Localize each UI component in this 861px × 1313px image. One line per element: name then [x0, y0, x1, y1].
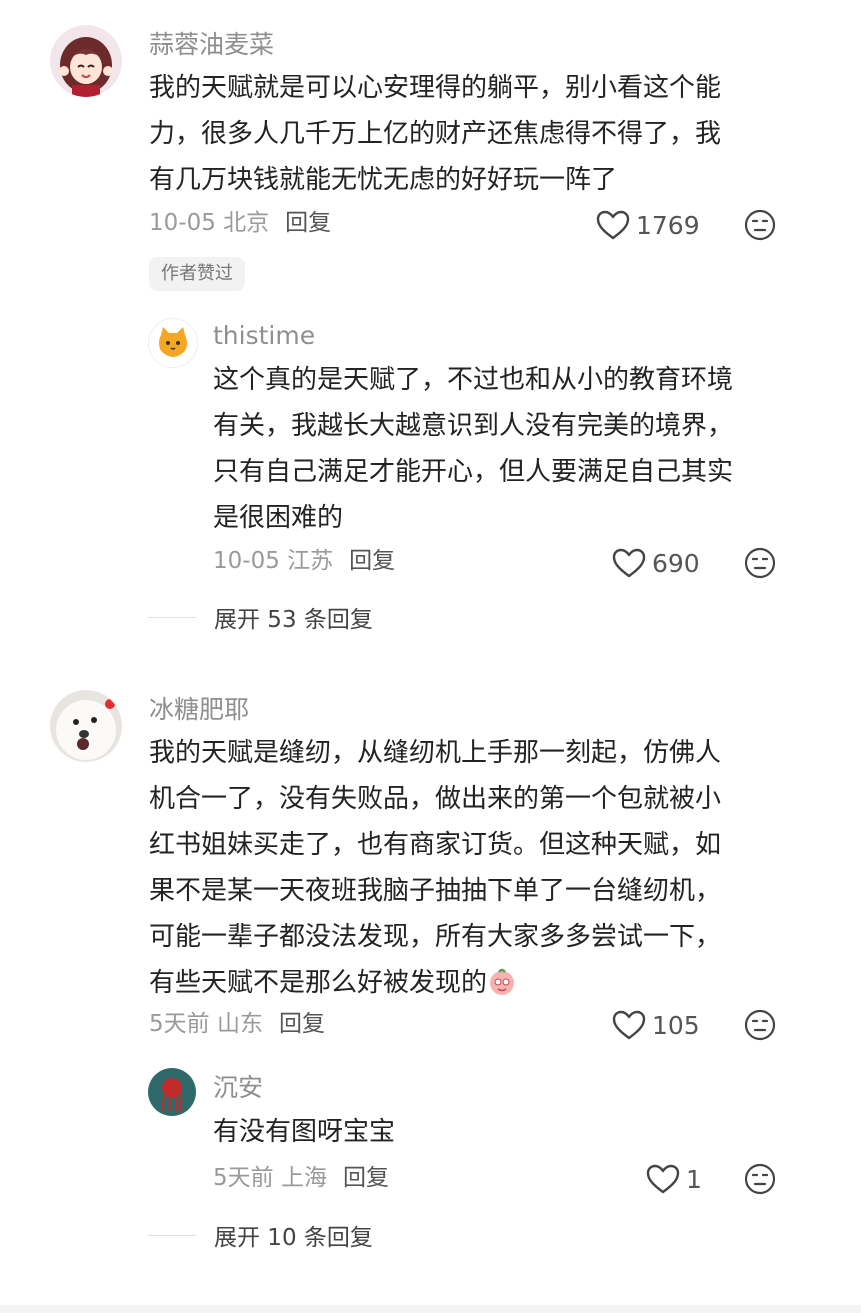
reply-button[interactable]: 回复: [285, 210, 331, 236]
emoji-face-icon: [744, 1163, 776, 1195]
heart-outline-icon: [612, 1010, 646, 1040]
reply-button[interactable]: 回复: [349, 548, 395, 574]
comment-line: 有几万块钱就能无忧无虑的好好玩一阵了: [149, 165, 618, 195]
comment-line: 有些天赋不是那么好被发现的: [149, 968, 488, 998]
like-count: 1769: [636, 210, 700, 240]
emoji-reaction-button[interactable]: [744, 1163, 776, 1195]
reply-meta: 5天前 上海 回复: [213, 1163, 389, 1193]
reply-line: 这个真的是天赋了，不过也和从小的教育环境: [213, 365, 734, 395]
red-jellyfish-avatar-icon: [148, 1068, 196, 1116]
comment-line-last: 有些天赋不是那么好被发现的: [149, 960, 721, 1006]
emoji-reaction-button[interactable]: [744, 1009, 776, 1041]
comment-date-location: 10-05 北京: [149, 210, 270, 236]
expand-replies-label: 展开 53 条回复: [214, 607, 373, 633]
divider: [148, 1234, 196, 1236]
expand-replies-label: 展开 10 条回复: [214, 1225, 373, 1251]
heart-outline-icon: [596, 210, 630, 240]
like-count: 690: [652, 548, 700, 578]
reply-like-button[interactable]: 690: [612, 543, 700, 583]
reply-line: 有没有图呀宝宝: [213, 1117, 396, 1147]
reply-button[interactable]: 回复: [279, 1011, 325, 1037]
anime-girl-avatar-icon: [50, 25, 122, 97]
comment-line: 我的天赋就是可以心安理得的躺平，别小看这个能: [149, 73, 722, 103]
reply-text: 这个真的是天赋了，不过也和从小的教育环境 有关，我越长大越意识到人没有完美的境界…: [213, 357, 733, 541]
expand-replies-button[interactable]: 展开 53 条回复: [148, 600, 373, 634]
peach-crying-emoji-icon: [490, 968, 515, 995]
heart-outline-icon: [612, 548, 646, 578]
like-button[interactable]: 105: [612, 1005, 700, 1045]
reply-avatar[interactable]: [148, 318, 198, 368]
reply-date-location: 10-05 江苏: [213, 548, 334, 574]
comment-meta: 5天前 山东 回复: [149, 1009, 325, 1039]
like-button[interactable]: 1769: [596, 205, 700, 245]
reply-button[interactable]: 回复: [343, 1165, 389, 1191]
bottom-divider: [0, 1305, 861, 1313]
reply-avatar[interactable]: [148, 1068, 196, 1116]
comment-line: 红书姐妹买走了，也有商家订货。但这种天赋，如: [149, 830, 722, 860]
reply-line: 是很困难的: [213, 503, 344, 533]
emoji-reaction-button[interactable]: [744, 547, 776, 579]
heart-outline-icon: [646, 1164, 680, 1194]
comment-date-location: 5天前 山东: [149, 1011, 263, 1037]
white-dog-avatar-icon: [50, 690, 122, 762]
expand-replies-button[interactable]: 展开 10 条回复: [148, 1218, 373, 1252]
author-liked-badge: 作者赞过: [149, 257, 245, 291]
comment-line: 果不是某一天夜班我脑子抽抽下单了一台缝纫机，: [149, 876, 722, 906]
comment-meta: 10-05 北京 回复: [149, 208, 331, 238]
comment-text: 我的天赋就是可以心安理得的躺平，别小看这个能 力，很多人几千万上亿的财产还焦虑得…: [149, 65, 721, 203]
reply-username[interactable]: thistime: [213, 321, 315, 351]
reply-text: 有没有图呀宝宝: [213, 1109, 395, 1155]
like-count: 105: [652, 1010, 700, 1040]
divider: [148, 616, 196, 618]
cat-avatar-icon: [149, 319, 197, 367]
comment-line: 力，很多人几千万上亿的财产还焦虑得不得了，我: [149, 119, 722, 149]
comment-username[interactable]: 冰糖肥耶: [149, 695, 249, 725]
like-count: 1: [686, 1164, 702, 1194]
avatar[interactable]: [50, 690, 122, 762]
comment-username[interactable]: 蒜蓉油麦菜: [149, 30, 274, 60]
reply-like-button[interactable]: 1: [646, 1159, 702, 1199]
reply-meta: 10-05 江苏 回复: [213, 546, 395, 576]
comment-line: 我的天赋是缝纫，从缝纫机上手那一刻起，仿佛人: [149, 738, 722, 768]
emoji-reaction-button[interactable]: [744, 209, 776, 241]
comment-line: 机合一了，没有失败品，做出来的第一个包就被小: [149, 784, 722, 814]
reply-line: 有关，我越长大越意识到人没有完美的境界，: [213, 411, 734, 441]
avatar[interactable]: [50, 25, 122, 97]
emoji-face-icon: [744, 1009, 776, 1041]
comment-line: 可能一辈子都没法发现，所有大家多多尝试一下，: [149, 922, 722, 952]
reply-line: 只有自己满足才能开心，但人要满足自己其实: [213, 457, 734, 487]
emoji-face-icon: [744, 209, 776, 241]
reply-date-location: 5天前 上海: [213, 1165, 327, 1191]
reply-username[interactable]: 沉安: [213, 1073, 263, 1103]
emoji-face-icon: [744, 547, 776, 579]
comment-text: 我的天赋是缝纫，从缝纫机上手那一刻起，仿佛人 机合一了，没有失败品，做出来的第一…: [149, 730, 721, 1006]
